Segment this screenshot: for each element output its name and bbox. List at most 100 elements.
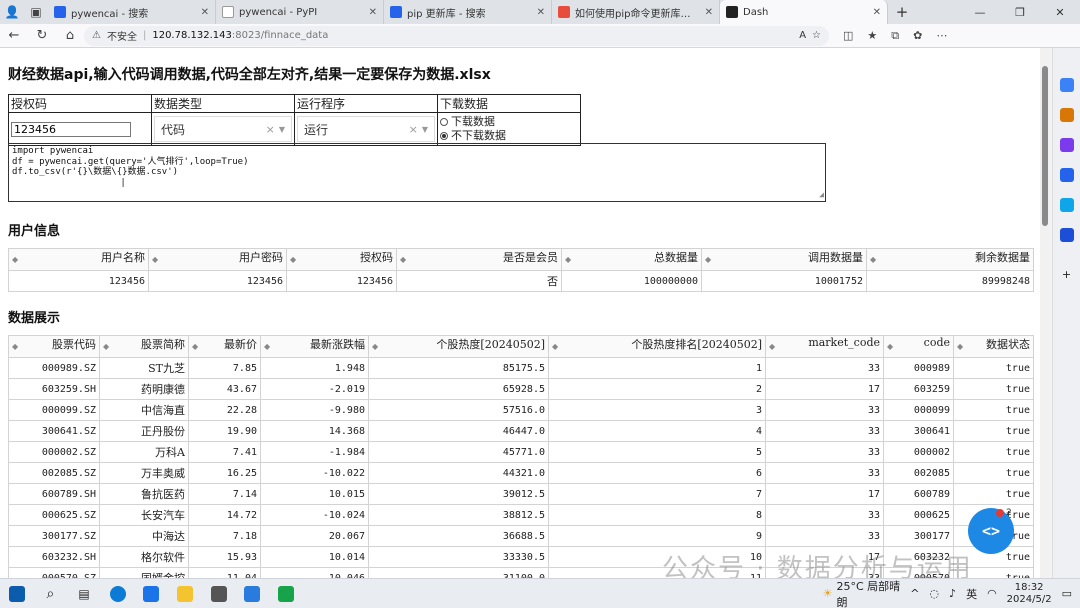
resize-handle-icon[interactable]: ◢ bbox=[819, 190, 824, 201]
tray-chevron-icon[interactable]: ^ bbox=[910, 587, 919, 600]
column-header[interactable]: ◆ 剩余数据量 bbox=[866, 248, 1034, 271]
clear-icon[interactable]: × bbox=[409, 123, 418, 136]
back-icon[interactable]: ← bbox=[0, 28, 28, 43]
extensions-icon[interactable]: ✿ bbox=[913, 29, 922, 43]
sort-icon[interactable]: ◆ bbox=[152, 250, 158, 270]
column-header[interactable]: ◆ 股票代码 bbox=[8, 335, 100, 358]
sort-icon[interactable]: ◆ bbox=[957, 337, 963, 357]
column-header[interactable]: ◆ code bbox=[883, 335, 954, 358]
sort-icon[interactable]: ◆ bbox=[705, 250, 711, 270]
column-header[interactable]: ◆ 总数据量 bbox=[561, 248, 702, 271]
page-scrollbar[interactable] bbox=[1040, 48, 1050, 578]
sort-icon[interactable]: ◆ bbox=[870, 250, 876, 270]
column-header[interactable]: ◆ 最新价 bbox=[188, 335, 261, 358]
wifi-icon[interactable]: ◠ bbox=[987, 587, 997, 600]
tab-close-icon[interactable]: ✕ bbox=[873, 7, 881, 18]
add-sidebar-icon[interactable]: + bbox=[1062, 268, 1071, 281]
home-icon[interactable]: ⌂ bbox=[56, 28, 84, 43]
scrollbar-thumb[interactable] bbox=[1042, 66, 1048, 226]
refresh-icon[interactable]: ↻ bbox=[28, 28, 56, 43]
new-tab-button[interactable]: + bbox=[888, 0, 916, 24]
radio-no-download-circle[interactable] bbox=[440, 132, 448, 140]
weather-widget[interactable]: ☀ 25°C 局部晴朗 bbox=[823, 578, 911, 608]
tab-actions-icon[interactable]: ▣ bbox=[24, 0, 48, 24]
tools-icon[interactable] bbox=[1059, 138, 1074, 152]
favorite-star-icon[interactable]: ☆ bbox=[812, 30, 821, 41]
close-window-icon[interactable]: ✕ bbox=[1040, 0, 1080, 24]
sort-icon[interactable]: ◆ bbox=[372, 337, 378, 357]
shopping-icon[interactable] bbox=[1059, 108, 1074, 122]
start-icon[interactable] bbox=[0, 579, 34, 608]
split-screen-icon[interactable]: ◫ bbox=[843, 29, 853, 43]
column-header[interactable]: ◆ 用户名称 bbox=[8, 248, 149, 271]
outlook-icon[interactable] bbox=[1059, 198, 1074, 212]
search-icon[interactable]: ⌕ bbox=[34, 579, 68, 608]
sort-icon[interactable]: ◆ bbox=[12, 250, 18, 270]
column-header[interactable]: ◆ 最新涨跌幅 bbox=[260, 335, 369, 358]
favorites-icon[interactable]: ★ bbox=[867, 29, 877, 43]
sort-icon[interactable]: ◆ bbox=[103, 337, 109, 357]
radio-no-download[interactable]: 不下载数据 bbox=[440, 129, 578, 143]
read-aloud-icon[interactable]: A bbox=[799, 30, 806, 41]
browser-tab[interactable]: pywencai - PyPI ✕ bbox=[216, 0, 384, 24]
radio-download-circle[interactable] bbox=[440, 118, 448, 126]
column-header[interactable]: ◆ 个股热度排名[20240502] bbox=[548, 335, 766, 358]
sort-icon[interactable]: ◆ bbox=[290, 250, 296, 270]
terminal-icon[interactable] bbox=[269, 579, 303, 608]
sort-icon[interactable]: ◆ bbox=[565, 250, 571, 270]
column-header[interactable]: ◆ 授权码 bbox=[286, 248, 397, 271]
url-bar[interactable]: ⚠ 不安全 | 120.78.132.143:8023/finnace_data… bbox=[84, 25, 829, 46]
browser-tab[interactable]: pywencai - 搜索 ✕ bbox=[48, 0, 216, 24]
search-sidebar-icon[interactable] bbox=[1059, 78, 1074, 92]
chevron-down-icon[interactable]: ▼ bbox=[422, 125, 428, 134]
sort-icon[interactable]: ◆ bbox=[887, 337, 893, 357]
sort-icon[interactable]: ◆ bbox=[12, 337, 18, 357]
notifications-icon[interactable]: ▭ bbox=[1062, 587, 1072, 600]
vscode-icon[interactable] bbox=[235, 579, 269, 608]
browser-tab[interactable]: pip 更新库 - 搜索 ✕ bbox=[384, 0, 552, 24]
edge-icon[interactable] bbox=[101, 579, 135, 608]
task-view-icon[interactable]: ▤ bbox=[67, 579, 101, 608]
collections-icon[interactable]: ⧉ bbox=[891, 29, 899, 43]
sort-icon[interactable]: ◆ bbox=[552, 337, 558, 357]
minimize-icon[interactable]: — bbox=[960, 0, 1000, 24]
column-header[interactable]: ◆ 调用数据量 bbox=[701, 248, 867, 271]
sort-icon[interactable]: ◆ bbox=[264, 337, 270, 357]
tab-close-icon[interactable]: ✕ bbox=[537, 7, 545, 18]
column-header[interactable]: ◆ market_code bbox=[765, 335, 884, 358]
more-icon[interactable]: ⋯ bbox=[936, 29, 947, 43]
data-type-dropdown[interactable]: 代码 × ▼ bbox=[154, 116, 292, 142]
table-cell: 10.046 bbox=[260, 567, 369, 578]
browser-tab[interactable]: 如何使用pip命令更新库到最新版 ✕ bbox=[552, 0, 720, 24]
radio-download[interactable]: 下载数据 bbox=[440, 115, 578, 129]
network-icon[interactable]: ◌ bbox=[929, 587, 939, 600]
column-header[interactable]: ◆ 个股热度[20240502] bbox=[368, 335, 549, 358]
mail-icon[interactable] bbox=[135, 579, 169, 608]
column-header[interactable]: ◆ 是否是会员 bbox=[396, 248, 562, 271]
sort-icon[interactable]: ◆ bbox=[192, 337, 198, 357]
ime-indicator[interactable]: 英 bbox=[966, 586, 977, 602]
volume-icon[interactable]: ♪ bbox=[949, 587, 956, 600]
column-header[interactable]: ◆ 数据状态 bbox=[953, 335, 1034, 358]
chevron-down-icon[interactable]: ▼ bbox=[279, 125, 285, 134]
games-icon[interactable] bbox=[1059, 168, 1074, 182]
sort-icon[interactable]: ◆ bbox=[400, 250, 406, 270]
tab-close-icon[interactable]: ✕ bbox=[705, 7, 713, 18]
file-explorer-icon[interactable] bbox=[168, 579, 202, 608]
restore-icon[interactable]: ❐ bbox=[1000, 0, 1040, 24]
auth-code-input[interactable] bbox=[11, 121, 131, 137]
profile-icon[interactable]: 👤 bbox=[0, 0, 24, 24]
browser-tab[interactable]: Dash ✕ bbox=[720, 0, 888, 24]
send-icon[interactable] bbox=[1059, 228, 1074, 242]
run-program-dropdown[interactable]: 运行 × ▼ bbox=[297, 116, 435, 142]
sort-icon[interactable]: ◆ bbox=[769, 337, 775, 357]
tab-close-icon[interactable]: ✕ bbox=[201, 7, 209, 18]
tab-close-icon[interactable]: ✕ bbox=[369, 7, 377, 18]
store-icon[interactable] bbox=[202, 579, 236, 608]
code-editor[interactable]: import pywencai df = pywencai.get(query=… bbox=[8, 143, 826, 202]
table-cell: 7.85 bbox=[188, 357, 261, 379]
clock[interactable]: 18:32 2024/5/2 bbox=[1007, 582, 1052, 606]
clear-icon[interactable]: × bbox=[266, 123, 275, 136]
column-header[interactable]: ◆ 股票简称 bbox=[99, 335, 189, 358]
column-header[interactable]: ◆ 用户密码 bbox=[148, 248, 287, 271]
